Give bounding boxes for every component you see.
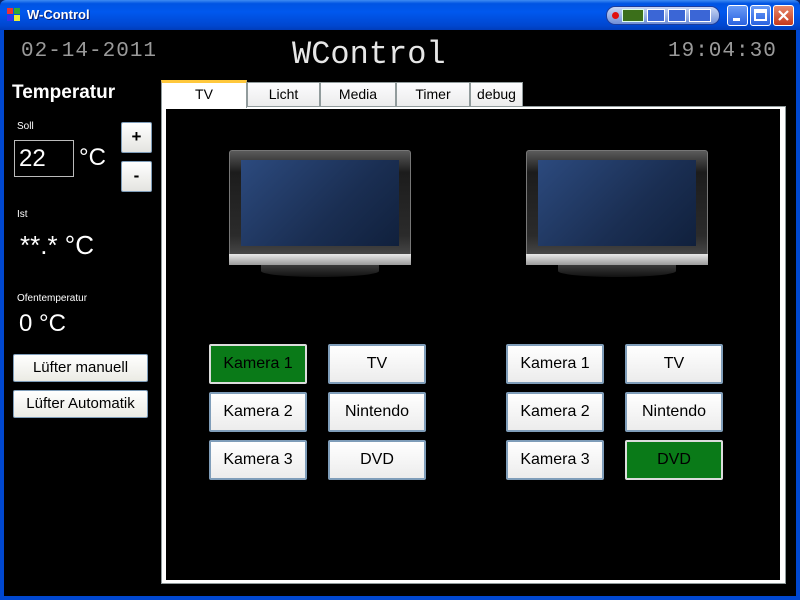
app-icon (7, 8, 21, 22)
tv-right-source-kamera-2[interactable]: Kamera 2 (506, 392, 604, 432)
client-area: 02-14-2011 WControl 19:04:30 Temperatur … (4, 30, 796, 596)
tv-right-source-tv[interactable]: TV (625, 344, 723, 384)
close-icon (778, 10, 789, 21)
tv-left-source-nintendo[interactable]: Nintendo (328, 392, 426, 432)
ist-value: **.* °C (20, 230, 94, 260)
fan-manual-button[interactable]: Lüfter manuell (13, 354, 148, 382)
pin-icon[interactable] (647, 9, 665, 22)
fan-auto-button[interactable]: Lüfter Automatik (13, 390, 148, 418)
tv-left-source-kamera-1[interactable]: Kamera 1 (209, 344, 307, 384)
temperature-heading: Temperatur (12, 82, 116, 103)
time-display: 19:04:30 (668, 40, 777, 63)
move-icon[interactable] (668, 9, 686, 22)
close-button[interactable] (773, 5, 794, 26)
tv-left-source-kamera-3[interactable]: Kamera 3 (209, 440, 307, 480)
tab-tv[interactable]: TV (161, 80, 247, 108)
nvidia-icon[interactable] (622, 9, 644, 22)
app-window: W-Control 02-14-2011 WControl 19:04:30 T… (0, 0, 800, 600)
date-display: 02-14-2011 (21, 40, 158, 63)
app-title: WControl (292, 36, 446, 73)
tray-toolbar[interactable] (606, 6, 720, 25)
increase-temp-button[interactable]: + (121, 122, 152, 153)
tv-right-source-dvd[interactable]: DVD (625, 440, 723, 480)
ist-label: Ist (17, 209, 28, 220)
minimize-button[interactable] (727, 5, 748, 26)
tv-right-source-kamera-1[interactable]: Kamera 1 (506, 344, 604, 384)
soll-label: Soll (17, 121, 34, 132)
tv-left-image (229, 150, 411, 282)
tv-right-source-kamera-3[interactable]: Kamera 3 (506, 440, 604, 480)
maximize-icon (754, 9, 767, 21)
tab-media[interactable]: Media (320, 82, 396, 107)
title-bar[interactable]: W-Control (0, 0, 800, 30)
tv-right-image (526, 150, 708, 282)
record-icon[interactable] (612, 12, 619, 19)
soll-unit: °C (79, 144, 106, 171)
tv-tab-panel: Kamera 1 TV Kamera 2 Nintendo Kamera 3 D… (161, 106, 786, 584)
tv-left-source-kamera-2[interactable]: Kamera 2 (209, 392, 307, 432)
maximize-button[interactable] (750, 5, 771, 26)
soll-value-field[interactable]: 22 (14, 140, 74, 177)
tab-debug[interactable]: debug (470, 82, 523, 107)
decrease-temp-button[interactable]: - (121, 161, 152, 192)
ofen-label: Ofentemperatur (17, 293, 88, 304)
ofen-value: 0 °C (19, 310, 66, 337)
window-title: W-Control (27, 7, 90, 22)
tv-left-source-tv[interactable]: TV (328, 344, 426, 384)
tv-left-source-dvd[interactable]: DVD (328, 440, 426, 480)
tab-timer[interactable]: Timer (396, 82, 470, 107)
minimize-icon (733, 18, 740, 21)
tv-right-source-nintendo[interactable]: Nintendo (625, 392, 723, 432)
tab-licht[interactable]: Licht (247, 82, 320, 107)
tv-panel-content: Kamera 1 TV Kamera 2 Nintendo Kamera 3 D… (166, 109, 780, 580)
resize-icon[interactable] (689, 9, 711, 22)
